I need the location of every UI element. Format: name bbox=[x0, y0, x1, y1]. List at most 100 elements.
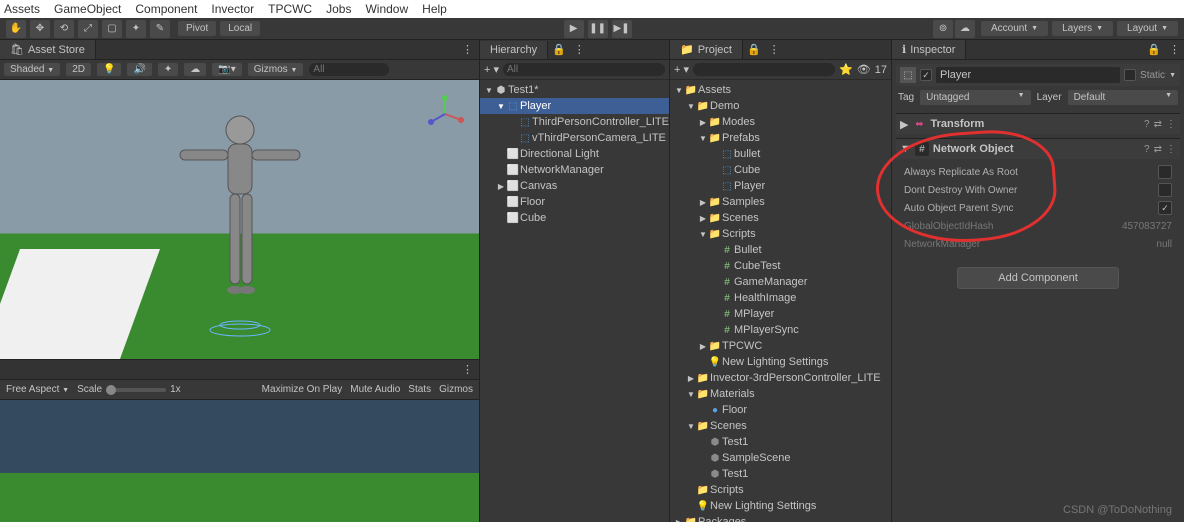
inspector-tab[interactable]: ℹInspector bbox=[892, 40, 966, 59]
layout-dropdown[interactable]: Layout▼ bbox=[1117, 21, 1178, 36]
help-icon[interactable]: ? bbox=[1144, 144, 1150, 155]
menu-tpcwc[interactable]: TPCWC bbox=[268, 2, 312, 16]
menu-assets[interactable]: Assets bbox=[4, 2, 40, 16]
project-item[interactable]: #MPlayer bbox=[670, 306, 891, 322]
scale-slider[interactable] bbox=[106, 388, 166, 392]
hierarchy-item[interactable]: ▶⬜Canvas bbox=[480, 178, 669, 194]
project-item[interactable]: ▶📁Packages bbox=[670, 514, 891, 522]
create-plus-icon[interactable]: + ▾ bbox=[484, 63, 499, 76]
project-search-input[interactable] bbox=[693, 63, 835, 76]
project-item[interactable]: ▶📁Samples bbox=[670, 194, 891, 210]
move-tool-icon[interactable]: ✥ bbox=[30, 20, 50, 38]
hierarchy-item[interactable]: ⬜Floor bbox=[480, 194, 669, 210]
menu-help[interactable]: Help bbox=[422, 2, 447, 16]
hierarchy-item[interactable]: ⬜Directional Light bbox=[480, 146, 669, 162]
project-item[interactable]: ▼📁Assets bbox=[670, 82, 891, 98]
component-menu-icon[interactable]: ⋮ bbox=[1166, 144, 1176, 155]
game-view[interactable] bbox=[0, 400, 479, 522]
transform-component-header[interactable]: ▶ ⬌ Transform ?⇄⋮ bbox=[896, 113, 1180, 134]
mute-toggle[interactable]: Mute Audio bbox=[350, 384, 400, 395]
hierarchy-tab[interactable]: Hierarchy bbox=[480, 41, 548, 59]
project-item[interactable]: ⬚Cube bbox=[670, 162, 891, 178]
project-item[interactable]: ▼📁Prefabs bbox=[670, 130, 891, 146]
project-item[interactable]: ▼📁Demo bbox=[670, 98, 891, 114]
project-item[interactable]: ▶📁Invector-3rdPersonController_LITE bbox=[670, 370, 891, 386]
network-object-component-header[interactable]: ▼ # Network Object ?⇄⋮ bbox=[896, 138, 1180, 159]
project-item[interactable]: ▼📁Scripts bbox=[670, 226, 891, 242]
scene-skybox-icon[interactable]: ☁ bbox=[184, 63, 206, 76]
menu-gameobject[interactable]: GameObject bbox=[54, 2, 121, 16]
static-checkbox[interactable] bbox=[1124, 69, 1136, 81]
project-item[interactable]: #MPlayerSync bbox=[670, 322, 891, 338]
menu-jobs[interactable]: Jobs bbox=[326, 2, 351, 16]
2d-toggle[interactable]: 2D bbox=[66, 63, 91, 76]
account-dropdown[interactable]: Account▼ bbox=[981, 21, 1048, 36]
project-item[interactable]: ▶📁Modes bbox=[670, 114, 891, 130]
hierarchy-item[interactable]: ▼⬚Player bbox=[480, 98, 669, 114]
cloud-icon[interactable]: ☁ bbox=[955, 20, 975, 38]
project-item[interactable]: 💡New Lighting Settings bbox=[670, 498, 891, 514]
project-item[interactable]: ▼📁Materials bbox=[670, 386, 891, 402]
prefab-cube-icon[interactable]: ⬚ bbox=[900, 67, 916, 83]
project-item[interactable]: #Bullet bbox=[670, 242, 891, 258]
hierarchy-item[interactable]: ⬜NetworkManager bbox=[480, 162, 669, 178]
project-item[interactable]: ▶📁Scenes bbox=[670, 210, 891, 226]
tag-dropdown[interactable]: Untagged▼ bbox=[920, 90, 1030, 105]
project-item[interactable]: ⬚Player bbox=[670, 178, 891, 194]
collab-icon[interactable]: ⊚ bbox=[933, 20, 953, 38]
layer-dropdown[interactable]: Default▼ bbox=[1068, 90, 1178, 105]
hierarchy-search-input[interactable] bbox=[503, 63, 665, 76]
preset-icon[interactable]: ⇄ bbox=[1154, 144, 1162, 155]
panel-lock-icon[interactable]: 🔒 bbox=[548, 43, 570, 56]
scene-search-input[interactable] bbox=[309, 63, 389, 76]
custom-tool-icon[interactable]: ✎ bbox=[150, 20, 170, 38]
play-button[interactable]: ▶ bbox=[564, 20, 584, 38]
project-menu-icon[interactable]: ⋮ bbox=[765, 43, 784, 56]
stats-toggle[interactable]: Stats bbox=[408, 384, 431, 395]
menu-invector[interactable]: Invector bbox=[211, 2, 254, 16]
dont-destroy-checkbox[interactable] bbox=[1158, 183, 1172, 197]
scale-tool-icon[interactable]: ⤢ bbox=[78, 20, 98, 38]
game-panel-menu-icon[interactable]: ⋮ bbox=[456, 363, 479, 376]
pause-button[interactable]: ❚❚ bbox=[588, 20, 608, 38]
scene-fx-icon[interactable]: ✦ bbox=[158, 63, 178, 76]
asset-store-tab[interactable]: 🛍Asset Store bbox=[0, 40, 96, 59]
maximize-toggle[interactable]: Maximize On Play bbox=[262, 384, 343, 395]
scene-panel-menu-icon[interactable]: ⋮ bbox=[456, 43, 479, 56]
fav-icon[interactable]: ⭐ bbox=[839, 63, 853, 76]
project-tab[interactable]: 📁Project bbox=[670, 40, 743, 59]
project-item[interactable]: ⬢Test1 bbox=[670, 434, 891, 450]
help-icon[interactable]: ? bbox=[1144, 119, 1150, 130]
shaded-dropdown[interactable]: Shaded ▼ bbox=[4, 63, 60, 76]
project-item[interactable]: #CubeTest bbox=[670, 258, 891, 274]
project-item[interactable]: ⬢SampleScene bbox=[670, 450, 891, 466]
rotate-tool-icon[interactable]: ⟲ bbox=[54, 20, 74, 38]
project-item[interactable]: ▶📁TPCWC bbox=[670, 338, 891, 354]
create-plus-icon[interactable]: + ▾ bbox=[674, 63, 689, 76]
menu-component[interactable]: Component bbox=[135, 2, 197, 16]
local-toggle[interactable]: Local bbox=[220, 21, 260, 36]
hierarchy-menu-icon[interactable]: ⋮ bbox=[570, 43, 589, 56]
always-replicate-checkbox[interactable] bbox=[1158, 165, 1172, 179]
hierarchy-item[interactable]: ⬜Cube bbox=[480, 210, 669, 226]
object-name-field[interactable]: Player bbox=[936, 67, 1120, 83]
preset-icon[interactable]: ⇄ bbox=[1154, 119, 1162, 130]
project-item[interactable]: 📁Scripts bbox=[670, 482, 891, 498]
project-item[interactable]: ⬚bullet bbox=[670, 146, 891, 162]
step-button[interactable]: ▶❚ bbox=[612, 20, 632, 38]
gizmos-dropdown[interactable]: Gizmos ▼ bbox=[248, 63, 304, 76]
hierarchy-item[interactable]: ⬚ThirdPersonController_LITE bbox=[480, 114, 669, 130]
add-component-button[interactable]: Add Component bbox=[957, 267, 1119, 289]
scene-audio-icon[interactable]: 🔊 bbox=[127, 63, 151, 76]
project-item[interactable]: ▼📁Scenes bbox=[670, 418, 891, 434]
transform-tool-icon[interactable]: ✦ bbox=[126, 20, 146, 38]
project-item[interactable]: #GameManager bbox=[670, 274, 891, 290]
panel-lock-icon[interactable]: 🔒 bbox=[1143, 43, 1165, 56]
orientation-gizmo[interactable] bbox=[425, 94, 465, 134]
project-item[interactable]: #HealthImage bbox=[670, 290, 891, 306]
project-item[interactable]: ⬢Test1 bbox=[670, 466, 891, 482]
scene-view[interactable] bbox=[0, 80, 479, 359]
scene-root[interactable]: ▼⬢Test1* bbox=[480, 82, 669, 98]
rect-tool-icon[interactable]: ▢ bbox=[102, 20, 122, 38]
panel-lock-icon[interactable]: 🔒 bbox=[743, 43, 765, 56]
